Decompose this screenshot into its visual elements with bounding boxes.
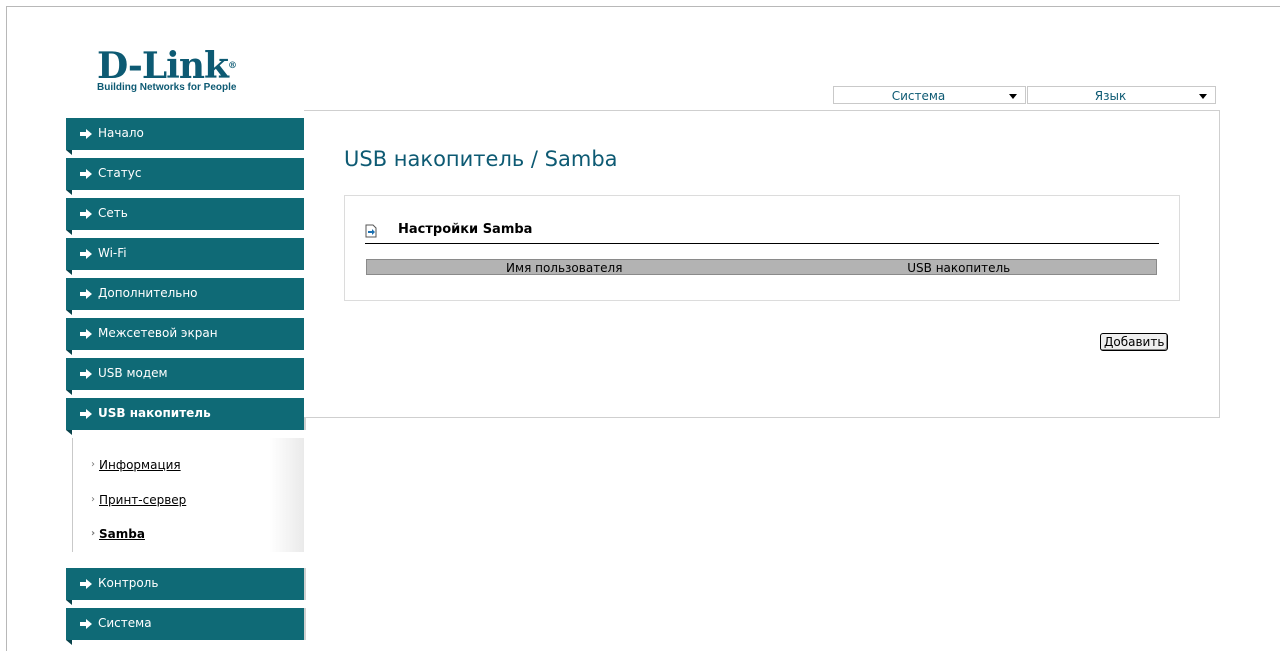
language-select[interactable]: Язык [1027, 86, 1216, 104]
panel-title: Настройки Samba [398, 222, 533, 237]
arrow-right-icon [80, 579, 92, 589]
system-menu-label: Система [891, 89, 946, 103]
sidebar-item-usb-storage[interactable]: USB накопитель [66, 398, 306, 435]
logo-registered: ® [227, 61, 237, 71]
submenu-item-print-server[interactable]: › Принт-сервер [91, 493, 187, 507]
divider [365, 243, 1159, 244]
submenu-item-samba[interactable]: › Samba [91, 527, 145, 541]
system-menu-select[interactable]: Система [833, 86, 1026, 104]
arrow-right-icon [80, 209, 92, 219]
bullet-icon: › [91, 528, 96, 539]
sidebar-item-network[interactable]: Сеть [66, 198, 306, 235]
language-label: Язык [1094, 89, 1127, 103]
sidebar-item-wifi[interactable]: Wi-Fi [66, 238, 306, 275]
sidebar-item-home[interactable]: Начало [66, 118, 306, 155]
bullet-icon: › [91, 459, 95, 470]
sidebar-item-label: Начало [98, 126, 144, 140]
arrow-right-icon [80, 329, 92, 339]
arrow-right-icon [80, 619, 92, 629]
add-button[interactable]: Добавить [1100, 333, 1169, 351]
arrow-right-icon [80, 129, 92, 139]
sidebar-item-label: Статус [98, 166, 142, 180]
submenu-item-label: Samba [99, 527, 145, 541]
users-table-header: Имя пользователя USB накопитель [366, 259, 1157, 275]
column-header-username: Имя пользователя [506, 261, 623, 275]
arrow-right-icon [80, 409, 92, 419]
sidebar-item-usb-modem[interactable]: USB модем [66, 358, 306, 395]
sidebar-item-status[interactable]: Статус [66, 158, 306, 195]
sidebar: Начало Статус Сеть Wi-Fi Дополнительно М… [66, 118, 306, 648]
main-content: USB накопитель / Samba Настройки Samba И… [304, 110, 1220, 418]
sidebar-item-label: Система [98, 616, 152, 630]
sidebar-item-firewall[interactable]: Межсетевой экран [66, 318, 306, 355]
sidebar-item-system[interactable]: Система [66, 608, 306, 645]
sidebar-item-advanced[interactable]: Дополнительно [66, 278, 306, 315]
sidebar-item-control[interactable]: Контроль [66, 568, 306, 605]
page-title: USB накопитель / Samba [344, 147, 618, 171]
logo-name: D-Link [97, 45, 229, 87]
arrow-right-icon [80, 249, 92, 259]
document-icon [365, 224, 377, 238]
sidebar-item-label: Контроль [98, 576, 159, 590]
arrow-right-icon [80, 169, 92, 179]
submenu-item-info[interactable]: › Информация [91, 458, 181, 472]
logo-tagline: Building Networks for People [97, 82, 237, 93]
chevron-down-icon [1009, 94, 1017, 99]
arrow-right-icon [80, 369, 92, 379]
samba-settings-panel: Настройки Samba Имя пользователя USB нак… [344, 195, 1180, 301]
usb-storage-submenu: › Информация › Принт-сервер › Samba [72, 438, 304, 552]
submenu-item-label: Информация [99, 458, 181, 472]
sidebar-item-label: Дополнительно [98, 286, 198, 300]
sidebar-item-label: Сеть [98, 206, 128, 220]
column-header-usb-storage: USB накопитель [907, 261, 1011, 275]
sidebar-item-label: Межсетевой экран [98, 326, 218, 340]
sidebar-item-label: USB модем [98, 366, 168, 380]
arrow-right-icon [80, 289, 92, 299]
sidebar-item-label: USB накопитель [98, 406, 211, 420]
chevron-down-icon [1199, 94, 1207, 99]
bullet-icon: › [91, 494, 95, 505]
dlink-logo: D-Link® Building Networks for People [97, 45, 237, 93]
submenu-item-label: Принт-сервер [99, 493, 187, 507]
sidebar-item-label: Wi-Fi [98, 246, 127, 260]
